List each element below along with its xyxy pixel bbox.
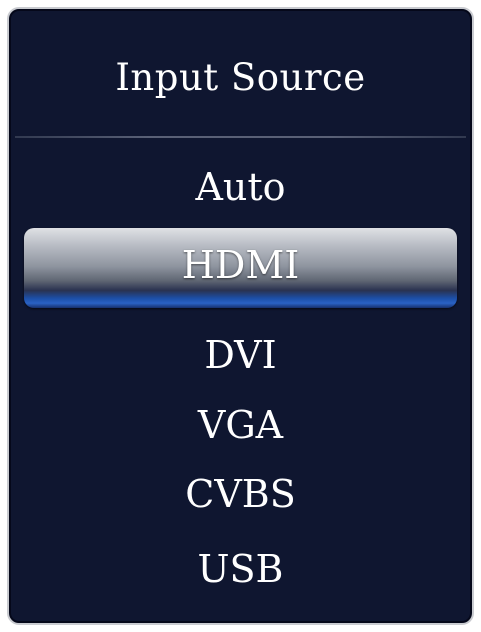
option-dvi[interactable]: DVI — [24, 326, 457, 384]
option-usb[interactable]: USB — [24, 540, 457, 598]
option-auto[interactable]: Auto — [24, 158, 457, 216]
input-source-list: Auto HDMI DVI VGA CVBS USB — [9, 9, 472, 623]
option-label: DVI — [204, 333, 277, 377]
option-cvbs[interactable]: CVBS — [24, 465, 457, 523]
input-source-menu: Input Source Auto HDMI DVI VGA CVBS USB — [7, 7, 474, 625]
option-label: USB — [197, 547, 284, 591]
option-label: Auto — [195, 165, 286, 209]
option-label: VGA — [197, 403, 284, 447]
option-label: HDMI — [181, 243, 300, 287]
option-vga[interactable]: VGA — [24, 396, 457, 454]
option-label: CVBS — [185, 472, 296, 516]
option-hdmi[interactable]: HDMI — [24, 228, 457, 308]
